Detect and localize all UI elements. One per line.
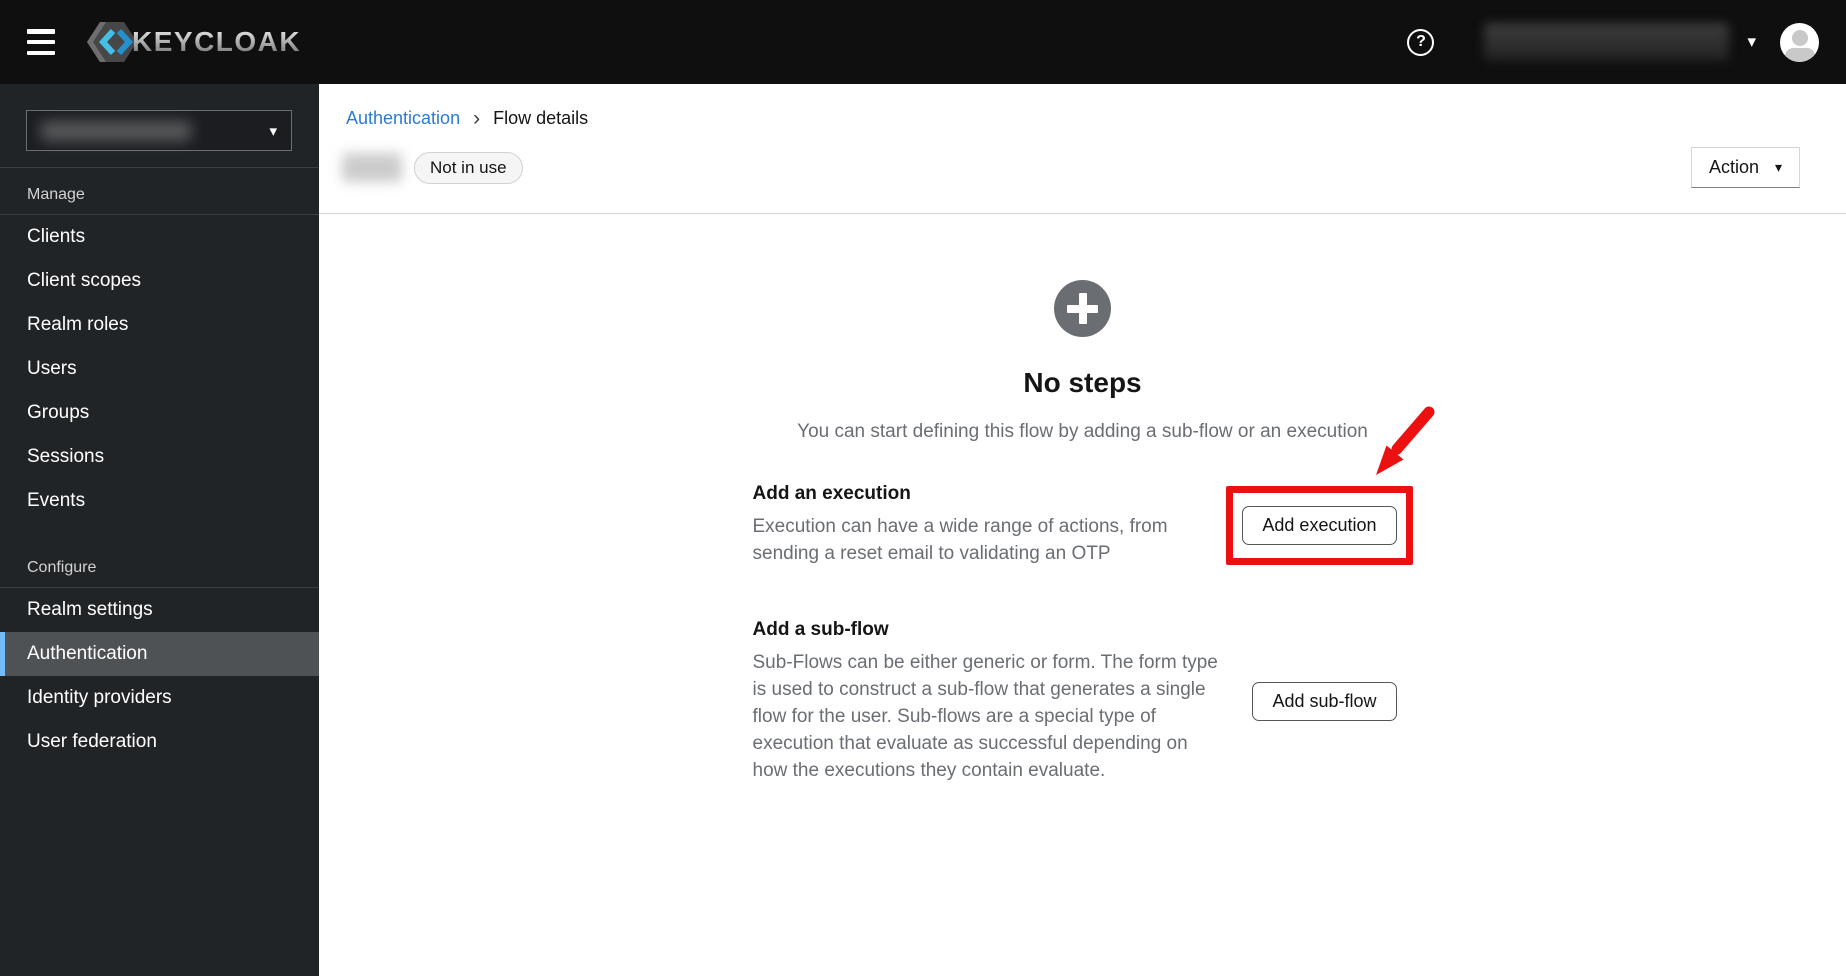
add-subflow-row: Add a sub-flow Sub-Flows can be either g…	[753, 619, 1413, 784]
add-execution-button-area: Add execution	[1226, 406, 1434, 565]
annotation-arrow-icon	[1375, 406, 1434, 475]
sidebar-item-identity-providers[interactable]: Identity providers	[0, 676, 319, 720]
nav-toggle-hamburger-icon[interactable]	[27, 29, 57, 55]
breadcrumb: Authentication › Flow details	[319, 84, 1846, 129]
breadcrumb-authentication-link[interactable]: Authentication	[346, 108, 460, 129]
sidebar-item-authentication[interactable]: Authentication	[0, 632, 319, 676]
sidebar-section-configure: Configure	[27, 559, 97, 576]
add-subflow-button[interactable]: Add sub-flow	[1252, 682, 1397, 721]
avatar-body-icon	[1784, 47, 1815, 62]
avatar-head-icon	[1791, 29, 1808, 46]
page-title-row: Not in use Action ▾	[342, 147, 1800, 188]
plus-circle-icon	[1054, 280, 1111, 337]
help-icon[interactable]: ?	[1407, 28, 1435, 56]
add-execution-text: Add an execution Execution can have a wi…	[753, 483, 1223, 567]
sidebar-section-manage: Manage	[27, 186, 85, 203]
realm-selector-caret-icon: ▾	[269, 121, 277, 140]
sidebar-item-groups[interactable]: Groups	[0, 391, 319, 435]
keycloak-logo: KEYCLOAK	[86, 18, 301, 66]
empty-state-description: You can start defining this flow by addi…	[797, 421, 1368, 442]
sidebar-item-events[interactable]: Events	[0, 479, 319, 523]
add-subflow-text: Add a sub-flow Sub-Flows can be either g…	[753, 619, 1223, 784]
chevron-right-icon: ›	[473, 106, 481, 130]
avatar[interactable]	[1780, 22, 1819, 62]
status-badge: Not in use	[414, 151, 523, 184]
sidebar-item-realm-settings[interactable]: Realm settings	[0, 588, 319, 632]
add-execution-row: Add an execution Execution can have a wi…	[753, 406, 1434, 567]
add-execution-description: Execution can have a wide range of actio…	[752, 516, 1168, 564]
add-subflow-heading: Add a sub-flow	[752, 619, 889, 640]
keycloak-logo-icon	[87, 22, 137, 62]
empty-state-options: Add an execution Execution can have a wi…	[753, 406, 1434, 784]
sidebar-item-client-scopes[interactable]: Client scopes	[0, 259, 319, 303]
sidebar-item-sessions[interactable]: Sessions	[0, 435, 319, 479]
keycloak-admin-console: KEYCLOAK ? ▾ ▾ Manage Clients Client sco…	[0, 0, 1846, 976]
sidebar-item-user-federation[interactable]: User federation	[0, 720, 319, 764]
annotation-highlight-box: Add execution	[1226, 406, 1434, 565]
flow-name-redacted	[342, 153, 402, 182]
username-redacted[interactable]	[1484, 23, 1730, 61]
action-dropdown-label: Action	[1708, 157, 1759, 177]
header-toolbar: ? ▾	[1407, 22, 1819, 62]
add-execution-heading: Add an execution	[752, 483, 911, 504]
sidebar: ▾ Manage Clients Client scopes Realm rol…	[0, 84, 319, 976]
add-subflow-description: Sub-Flows can be either generic or form.…	[752, 652, 1218, 781]
masthead: KEYCLOAK ? ▾	[0, 0, 1846, 84]
empty-state-title: No steps	[1023, 367, 1142, 398]
add-subflow-button-area: Add sub-flow	[1252, 682, 1397, 721]
realm-name-redacted	[41, 120, 191, 141]
action-dropdown-button[interactable]: Action ▾	[1690, 147, 1800, 188]
breadcrumb-current: Flow details	[493, 108, 589, 128]
realm-selector[interactable]: ▾	[26, 110, 292, 151]
sidebar-item-clients[interactable]: Clients	[0, 215, 319, 259]
add-execution-button[interactable]: Add execution	[1242, 505, 1397, 545]
empty-state: No steps You can start defining this flo…	[319, 214, 1846, 784]
main-content: Authentication › Flow details Not in use…	[319, 84, 1846, 976]
action-caret-icon: ▾	[1774, 159, 1782, 176]
brand-text: KEYCLOAK	[132, 26, 302, 57]
sidebar-item-users[interactable]: Users	[0, 347, 319, 391]
user-menu-caret-icon[interactable]: ▾	[1747, 32, 1756, 52]
sidebar-item-realm-roles[interactable]: Realm roles	[0, 303, 319, 347]
